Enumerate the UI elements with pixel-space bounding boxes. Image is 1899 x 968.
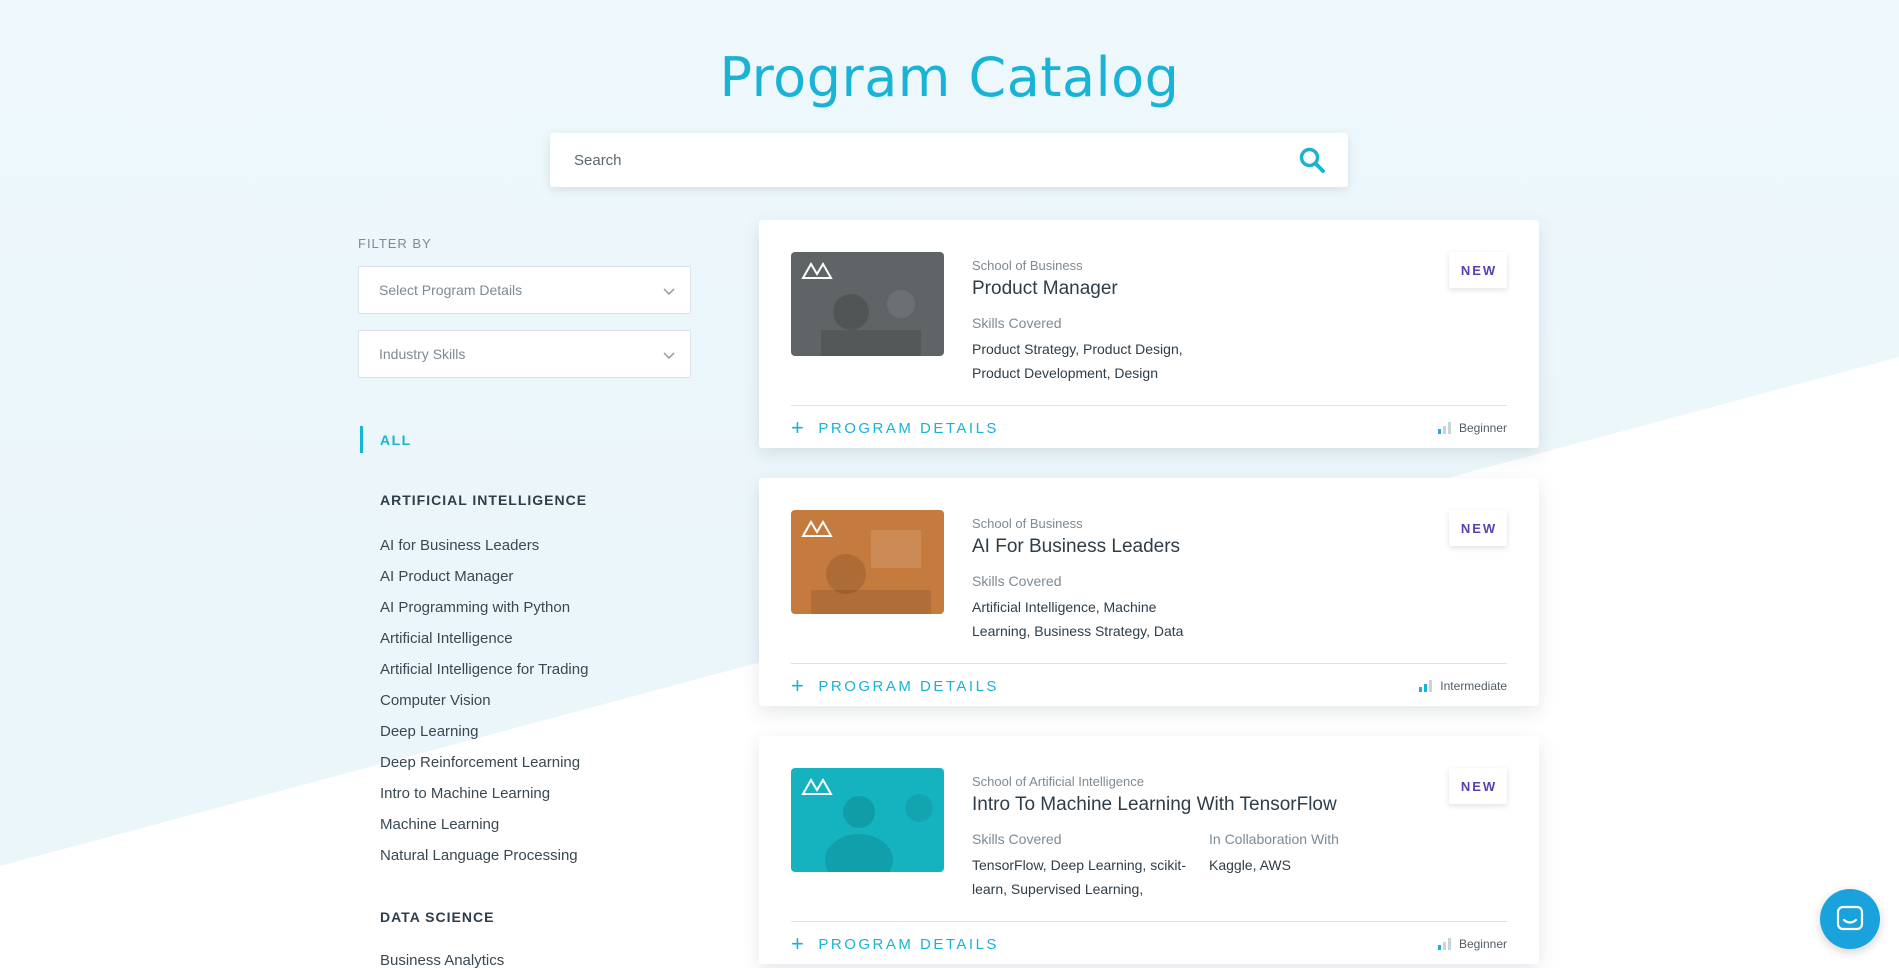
category-item[interactable]: AI Product Manager [380, 568, 588, 599]
category-item[interactable]: Deep Learning [380, 723, 588, 754]
plus-icon: + [791, 415, 807, 440]
skills-list: Artificial Intelligence, Machine Learnin… [972, 599, 1184, 639]
category-item[interactable]: AI for Business Leaders [380, 537, 588, 568]
skills-list: TensorFlow, Deep Learning, scikit-learn,… [972, 857, 1186, 897]
search-icon[interactable] [1298, 146, 1326, 174]
chat-button[interactable] [1820, 889, 1880, 949]
category-heading-ai: ARTIFICIAL INTELLIGENCE [380, 492, 588, 508]
program-details-label: PROGRAM DETAILS [818, 935, 999, 953]
program-details-label: PROGRAM DETAILS [818, 677, 999, 695]
program-title[interactable]: Product Manager [972, 278, 1118, 300]
category-item[interactable]: Natural Language Processing [380, 847, 588, 878]
category-item[interactable]: Deep Reinforcement Learning [380, 754, 588, 785]
page: Program Catalog FILTER BY Select Program… [0, 0, 1899, 968]
program-thumbnail [791, 768, 944, 872]
collaboration-partners: Kaggle, AWS [1209, 857, 1291, 873]
plus-icon: + [791, 931, 807, 956]
category-item[interactable]: Artificial Intelligence for Trading [380, 661, 588, 692]
school-name: School of Business [972, 516, 1083, 531]
category-heading-data-science: DATA SCIENCE [380, 909, 495, 925]
program-thumbnail [791, 252, 944, 356]
skills-label: Skills Covered [972, 831, 1062, 847]
category-item[interactable]: Machine Learning [380, 816, 588, 847]
skills-label: Skills Covered [972, 315, 1062, 331]
level-bars-icon [1437, 422, 1451, 434]
school-name: School of Business [972, 258, 1083, 273]
chevron-down-icon [663, 352, 675, 360]
category-item[interactable]: Artificial Intelligence [380, 630, 588, 661]
level-label: Intermediate [1440, 679, 1507, 693]
level-bars-icon [1437, 938, 1451, 950]
program-details-select-value: Select Program Details [379, 282, 523, 298]
search-bar [550, 133, 1348, 187]
program-card[interactable]: School of Business AI For Business Leade… [759, 478, 1539, 706]
filter-by-label: FILTER BY [358, 236, 432, 251]
level-label: Beginner [1458, 937, 1507, 951]
program-details-label: PROGRAM DETAILS [818, 419, 999, 437]
program-card[interactable]: School of Artificial Intelligence Intro … [759, 736, 1539, 964]
divider [791, 663, 1507, 664]
divider [791, 405, 1507, 406]
skills-list: Product Strategy, Product Design, Produc… [972, 341, 1183, 381]
category-list-data-science: Business Analytics [380, 952, 504, 968]
program-title[interactable]: Intro To Machine Learning With TensorFlo… [972, 794, 1337, 816]
category-list-ai: AI for Business Leaders AI Product Manag… [380, 537, 588, 878]
category-item[interactable]: Computer Vision [380, 692, 588, 723]
level-bars-icon [1419, 680, 1433, 692]
divider [791, 921, 1507, 922]
new-badge: NEW [1449, 510, 1507, 546]
program-details-select[interactable]: Select Program Details [358, 266, 691, 314]
program-card[interactable]: School of Business Product Manager Skill… [759, 220, 1539, 448]
program-details-button[interactable]: + PROGRAM DETAILS [791, 416, 999, 440]
new-badge: NEW [1449, 252, 1507, 288]
category-item[interactable]: Intro to Machine Learning [380, 785, 588, 816]
program-details-button[interactable]: + PROGRAM DETAILS [791, 674, 999, 698]
plus-icon: + [791, 673, 807, 698]
difficulty-level: Beginner [1437, 421, 1507, 435]
category-item[interactable]: Business Analytics [380, 952, 504, 968]
program-title[interactable]: AI For Business Leaders [972, 536, 1180, 558]
school-name: School of Artificial Intelligence [972, 774, 1144, 789]
search-input[interactable] [550, 133, 1298, 187]
difficulty-level: Intermediate [1419, 679, 1507, 693]
new-badge: NEW [1449, 768, 1507, 804]
collaboration-label: In Collaboration With [1209, 831, 1339, 847]
industry-skills-select[interactable]: Industry Skills [358, 330, 691, 378]
category-item[interactable]: AI Programming with Python [380, 599, 588, 630]
program-details-button[interactable]: + PROGRAM DETAILS [791, 932, 999, 956]
category-all[interactable]: ALL [360, 426, 412, 453]
page-title: Program Catalog [719, 46, 1180, 109]
level-label: Beginner [1458, 421, 1507, 435]
skills-label: Skills Covered [972, 573, 1062, 589]
chevron-down-icon [663, 288, 675, 296]
chat-icon [1836, 905, 1864, 931]
industry-skills-select-value: Industry Skills [379, 346, 466, 362]
program-thumbnail [791, 510, 944, 614]
difficulty-level: Beginner [1437, 937, 1507, 951]
